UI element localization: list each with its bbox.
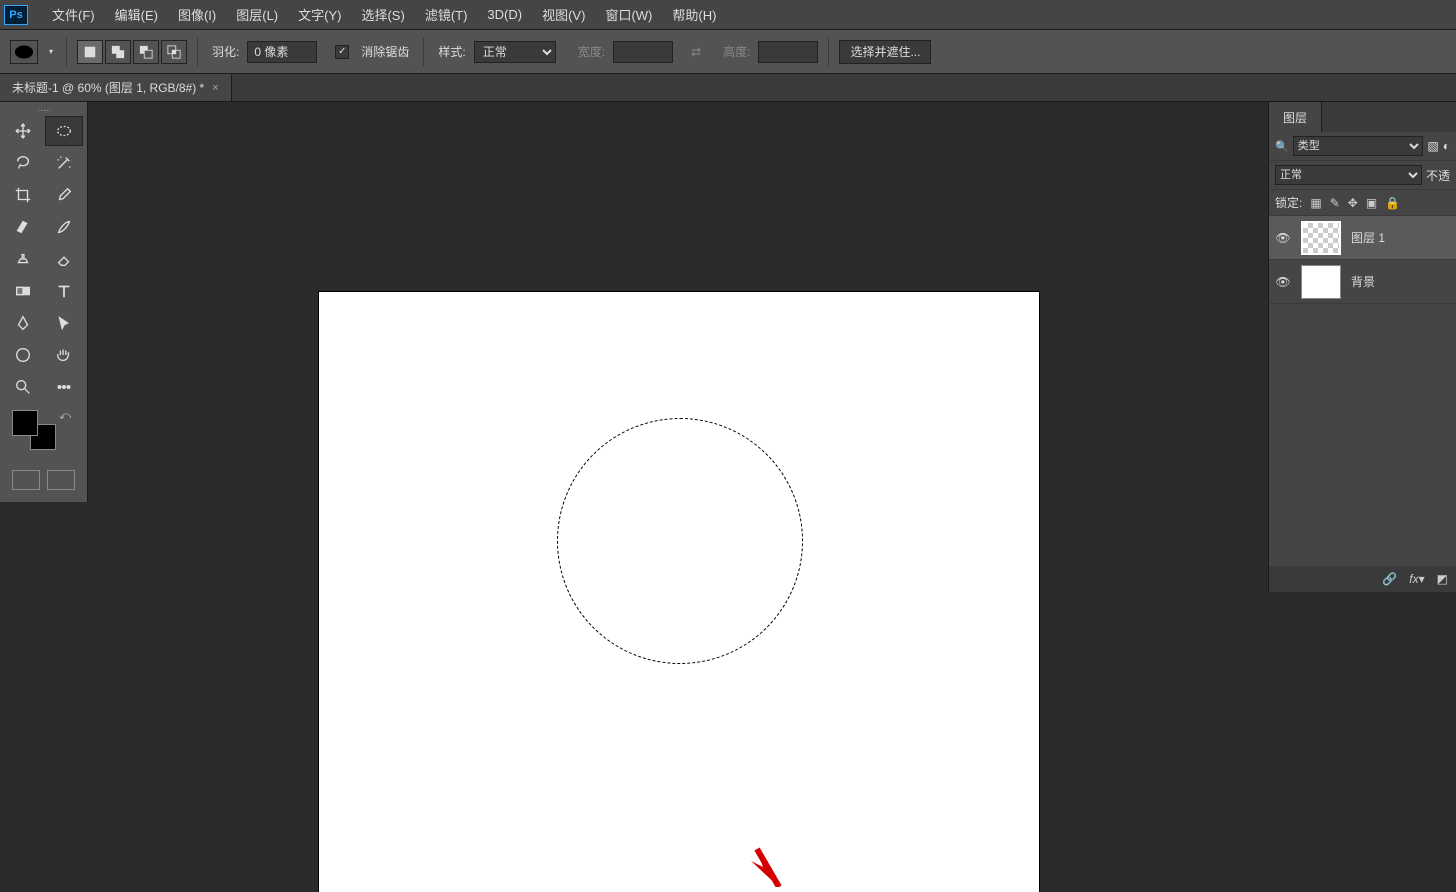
app-logo: Ps: [4, 5, 28, 25]
magic-wand-tool[interactable]: [45, 148, 84, 178]
eyedropper-tool[interactable]: [45, 180, 84, 210]
clone-stamp-tool[interactable]: [4, 244, 43, 274]
layer-mask-icon[interactable]: ◩: [1437, 572, 1448, 586]
menu-3d[interactable]: 3D(D): [477, 7, 532, 22]
options-bar: ▾ 羽化: ✓ 消除锯齿 样式: 正常 宽度: ⇄ 高度: 选择并遮住...: [0, 30, 1456, 74]
select-and-mask-button[interactable]: 选择并遮住...: [839, 40, 931, 64]
selection-new[interactable]: [77, 40, 103, 64]
height-label: 高度:: [723, 43, 750, 60]
layer-name[interactable]: 背景: [1351, 273, 1375, 290]
antialias-checkbox[interactable]: ✓: [335, 45, 349, 59]
lock-paint-icon[interactable]: ✎: [1330, 196, 1340, 210]
swap-colors-icon[interactable]: ⤺: [59, 410, 71, 423]
hand-tool[interactable]: [45, 340, 84, 370]
edit-toolbar[interactable]: [45, 372, 84, 402]
selection-subtract[interactable]: [133, 40, 159, 64]
menu-select[interactable]: 选择(S): [351, 5, 414, 24]
search-icon: 🔍: [1275, 140, 1289, 153]
layer-row[interactable]: 👁 图层 1: [1269, 216, 1456, 260]
layer-thumbnail[interactable]: [1301, 265, 1341, 299]
gradient-tool[interactable]: [4, 276, 43, 306]
marquee-tool[interactable]: [45, 116, 84, 146]
feather-input[interactable]: [247, 41, 317, 63]
foreground-color[interactable]: [12, 410, 38, 436]
visibility-icon[interactable]: 👁: [1275, 231, 1291, 245]
menu-help[interactable]: 帮助(H): [662, 5, 726, 24]
type-tool[interactable]: [45, 276, 84, 306]
menu-edit[interactable]: 编辑(E): [105, 5, 168, 24]
color-swatch[interactable]: ⤺: [6, 410, 81, 460]
zoom-tool[interactable]: [4, 372, 43, 402]
screen-mode-group: [2, 466, 85, 494]
annotation-arrow-icon: [749, 837, 789, 892]
pen-tool[interactable]: [4, 308, 43, 338]
menu-window[interactable]: 窗口(W): [595, 5, 662, 24]
document-tab[interactable]: 未标题-1 @ 60% (图层 1, RGB/8#) * ×: [0, 74, 232, 101]
screen-mode-icon[interactable]: [47, 470, 75, 490]
lock-label: 锁定:: [1275, 194, 1302, 211]
canvas[interactable]: [319, 292, 1039, 892]
height-input: [758, 41, 818, 63]
lasso-tool[interactable]: [4, 148, 43, 178]
layer-name[interactable]: 图层 1: [1351, 229, 1385, 246]
style-select[interactable]: 正常: [474, 41, 556, 63]
filter-pixel-icon[interactable]: ▧: [1427, 139, 1438, 153]
lock-position-icon[interactable]: ✥: [1348, 196, 1358, 210]
blend-mode-select[interactable]: 正常: [1275, 165, 1422, 185]
menu-view[interactable]: 视图(V): [532, 5, 595, 24]
close-tab-icon[interactable]: ×: [212, 82, 218, 94]
document-tab-bar: 未标题-1 @ 60% (图层 1, RGB/8#) * ×: [0, 74, 1456, 102]
menu-file[interactable]: 文件(F): [42, 5, 105, 24]
style-label: 样式:: [438, 43, 465, 60]
width-input: [613, 41, 673, 63]
shape-tool[interactable]: [4, 340, 43, 370]
swap-wh-icon: ⇄: [691, 45, 701, 59]
layers-tab[interactable]: 图层: [1269, 102, 1322, 132]
menu-type[interactable]: 文字(Y): [288, 5, 351, 24]
current-tool-icon[interactable]: [10, 40, 38, 64]
layer-fx-icon[interactable]: fx▾: [1409, 572, 1424, 586]
layers-panel: 图层 🔍 类型 ▧ ◐ 正常 不透 锁定: ▦ ✎ ✥ ▣ 🔒 👁 图层 1 👁…: [1268, 102, 1456, 592]
feather-label: 羽化:: [212, 43, 239, 60]
menu-layer[interactable]: 图层(L): [226, 5, 288, 24]
filter-adjust-icon[interactable]: ◐: [1443, 139, 1450, 153]
visibility-icon[interactable]: 👁: [1275, 275, 1291, 289]
lock-all-icon[interactable]: 🔒: [1385, 196, 1400, 210]
tool-preset-dropdown[interactable]: ▾: [46, 40, 56, 64]
layer-thumbnail[interactable]: [1301, 221, 1341, 255]
lock-pixels-icon[interactable]: ▦: [1310, 196, 1321, 210]
canvas-area: [90, 102, 1268, 825]
selection-intersect[interactable]: [161, 40, 187, 64]
move-tool[interactable]: [4, 116, 43, 146]
link-layers-icon[interactable]: 🔗: [1382, 572, 1397, 586]
opacity-label: 不透: [1426, 167, 1450, 184]
document-title: 未标题-1 @ 60% (图层 1, RGB/8#) *: [12, 79, 204, 96]
menu-bar: Ps 文件(F) 编辑(E) 图像(I) 图层(L) 文字(Y) 选择(S) 滤…: [0, 0, 1456, 30]
layer-filter-select[interactable]: 类型: [1293, 136, 1424, 156]
menu-image[interactable]: 图像(I): [168, 5, 226, 24]
layers-footer: 🔗 fx▾ ◩: [1269, 566, 1456, 592]
menu-filter[interactable]: 滤镜(T): [415, 5, 478, 24]
quick-mask-icon[interactable]: [12, 470, 40, 490]
lock-artboard-icon[interactable]: ▣: [1366, 196, 1377, 210]
toolbox: ⤺: [0, 102, 88, 502]
layer-list: 👁 图层 1 👁 背景: [1269, 216, 1456, 304]
selection-add[interactable]: [105, 40, 131, 64]
healing-brush-tool[interactable]: [4, 212, 43, 242]
elliptical-selection: [557, 418, 803, 664]
path-selection-tool[interactable]: [45, 308, 84, 338]
eraser-tool[interactable]: [45, 244, 84, 274]
toolbox-handle[interactable]: [2, 106, 85, 114]
antialias-label: 消除锯齿: [361, 43, 409, 60]
crop-tool[interactable]: [4, 180, 43, 210]
width-label: 宽度:: [578, 43, 605, 60]
selection-mode-group: [77, 40, 187, 64]
layer-row[interactable]: 👁 背景: [1269, 260, 1456, 304]
brush-tool[interactable]: [45, 212, 84, 242]
